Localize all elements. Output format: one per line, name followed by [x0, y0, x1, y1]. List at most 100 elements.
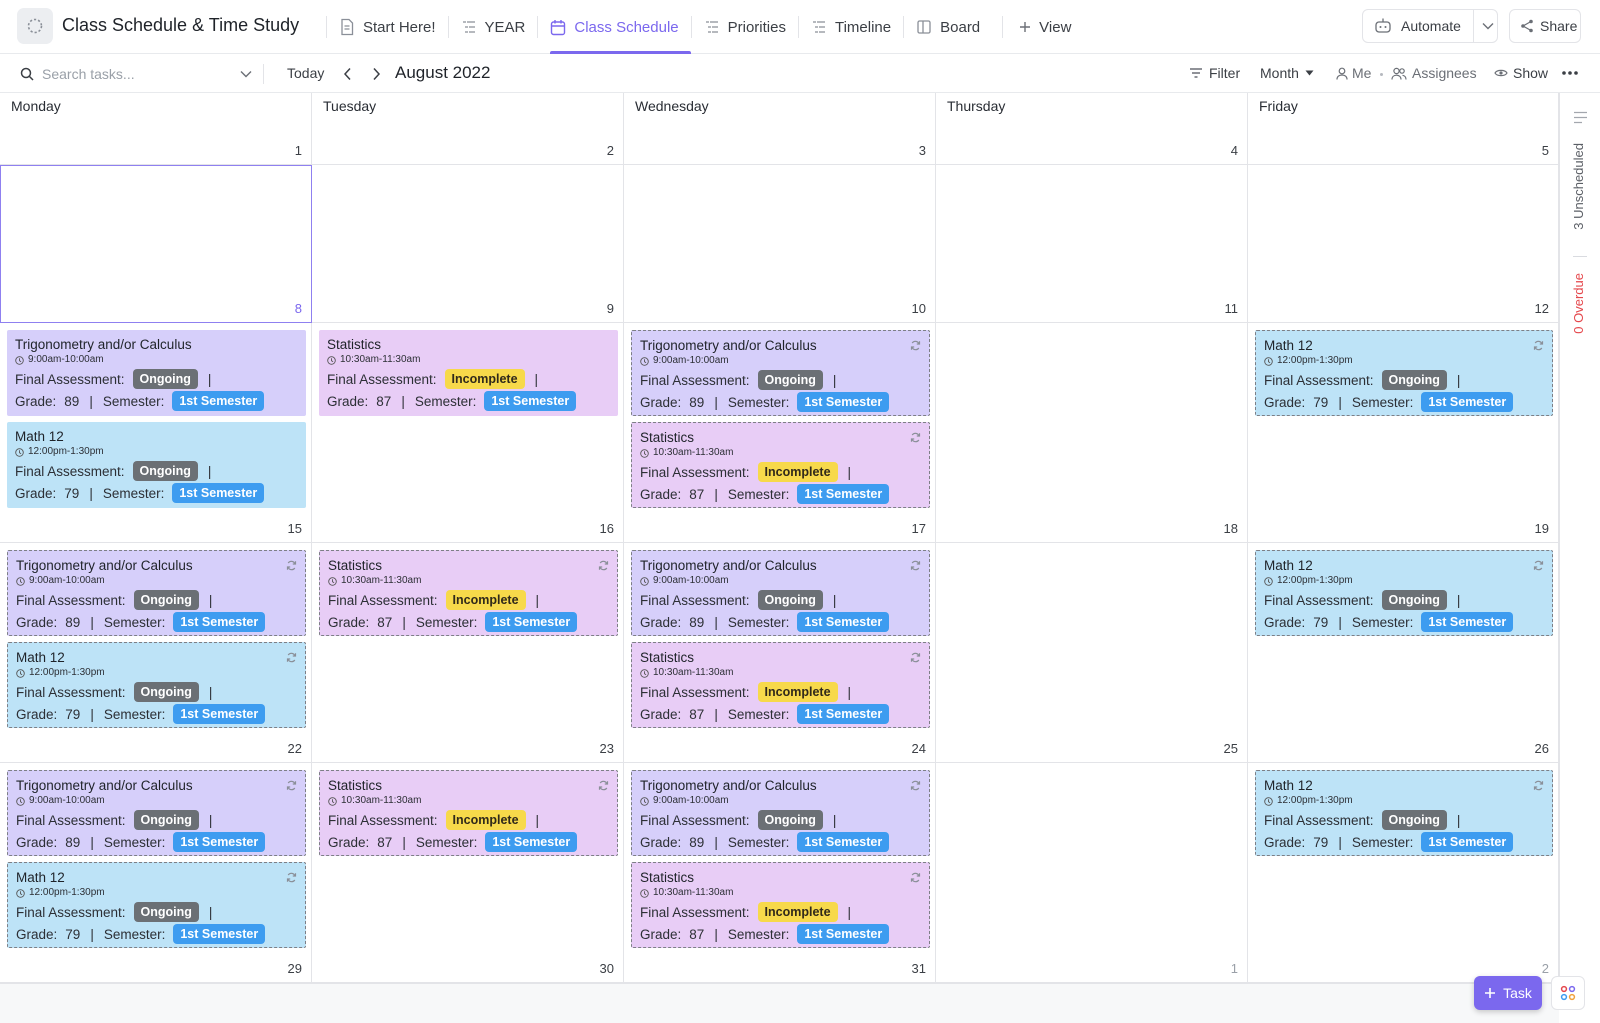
- next-month-button[interactable]: [372, 67, 381, 81]
- event-time-text: 10:30am-11:30am: [653, 887, 734, 898]
- more-options-button[interactable]: [1562, 71, 1578, 75]
- final-assessment-label: Final Assessment:: [640, 464, 750, 480]
- day-number: 22: [287, 741, 302, 756]
- show-button[interactable]: Show: [1494, 65, 1548, 81]
- event-card-math[interactable]: Math 12 12:00pm-1:30pm Final Assessment: On…: [7, 642, 306, 728]
- event-card-stat[interactable]: Statistics 10:30am-11:30am Final Assessmen…: [319, 770, 618, 856]
- event-title: Statistics: [328, 778, 383, 793]
- prev-month-button[interactable]: [343, 67, 352, 81]
- overdue-tab[interactable]: 0 Overdue: [1571, 273, 1586, 334]
- clock-icon: [16, 668, 25, 678]
- event-time-text: 9:00am-10:00am: [653, 575, 729, 586]
- event-card-stat[interactable]: Statistics 10:30am-11:30am Final Assessmen…: [631, 862, 930, 948]
- event-card-trig[interactable]: Trigonometry and/or Calculus 9:00am-10:00…: [7, 770, 306, 856]
- event-time: 9:00am-10:00am: [16, 795, 297, 807]
- tab-board[interactable]: Board: [904, 0, 992, 54]
- grade-value: 79: [1313, 394, 1329, 410]
- repeat-icon: [910, 872, 921, 883]
- tab-timeline[interactable]: Timeline: [799, 0, 903, 54]
- day-number: 19: [1534, 521, 1549, 536]
- event-time-text: 12:00pm-1:30pm: [1277, 355, 1353, 366]
- day-cell[interactable]: 9: [312, 165, 624, 323]
- event-title: Trigonometry and/or Calculus: [640, 338, 817, 353]
- tab-label: Board: [940, 18, 981, 36]
- grade-value: 89: [689, 394, 705, 410]
- tab-year[interactable]: YEAR: [449, 0, 538, 54]
- event-card-trig[interactable]: Trigonometry and/or Calculus 9:00am-10:00…: [631, 550, 930, 636]
- new-task-button[interactable]: Task: [1474, 976, 1542, 1010]
- event-card-math[interactable]: Math 12 12:00pm-1:30pm Final Assessment: On…: [7, 422, 306, 508]
- right-sidebar: 3 Unscheduled 0 Overdue: [1559, 93, 1600, 983]
- chevron-down-icon[interactable]: [240, 70, 252, 78]
- event-card-math[interactable]: Math 12 12:00pm-1:30pm Final Assessment: On…: [7, 862, 306, 948]
- grade-label: Grade:: [640, 926, 682, 942]
- day-number: 2: [1541, 961, 1549, 976]
- semester-badge: 1st Semester: [485, 612, 578, 632]
- grade-semester-row: Grade: 79 | Semester: 1st Semester: [15, 482, 298, 504]
- final-assessment-row: Final Assessment: Incomplete |: [640, 681, 921, 703]
- event-card-math[interactable]: Math 12 12:00pm-1:30pm Final Assessment: On…: [1255, 770, 1553, 856]
- grade-label: Grade:: [640, 706, 682, 722]
- event-card-trig[interactable]: Trigonometry and/or Calculus 9:00am-10:00…: [631, 330, 930, 416]
- event-card-stat[interactable]: Statistics 10:30am-11:30am Final Assessmen…: [631, 422, 930, 508]
- event-time: 10:30am-11:30am: [640, 447, 921, 459]
- field-separator: |: [1456, 372, 1461, 388]
- add-view-button[interactable]: View: [1003, 0, 1083, 54]
- search-input[interactable]: [42, 66, 222, 82]
- apps-button[interactable]: [1551, 976, 1585, 1010]
- semester-badge: 1st Semester: [797, 484, 890, 504]
- event-title: Math 12: [1264, 778, 1313, 793]
- chevron-down-icon[interactable]: [1482, 22, 1494, 30]
- day-cell[interactable]: 12: [1248, 165, 1559, 323]
- assignees-button[interactable]: Assignees: [1391, 65, 1477, 81]
- tab-priorities[interactable]: Priorities: [692, 0, 798, 54]
- day-cell[interactable]: 25: [936, 543, 1248, 763]
- final-assessment-label: Final Assessment:: [640, 684, 750, 700]
- event-time-text: 10:30am-11:30am: [653, 667, 734, 678]
- clock-icon: [16, 796, 25, 806]
- grade-semester-row: Grade: 79 | Semester: 1st Semester: [16, 703, 297, 725]
- grade-value: 87: [689, 926, 705, 942]
- grade-value: 87: [377, 614, 393, 630]
- event-card-math[interactable]: Math 12 12:00pm-1:30pm Final Assessment: On…: [1255, 550, 1553, 636]
- filter-button[interactable]: Filter: [1189, 65, 1240, 81]
- clock-icon: [328, 796, 337, 806]
- grade-value: 89: [65, 834, 81, 850]
- collapse-panel-icon[interactable]: [1573, 111, 1588, 127]
- status-badge: Ongoing: [133, 682, 199, 702]
- me-label: Me: [1352, 65, 1372, 81]
- month-select[interactable]: Month: [1260, 65, 1314, 81]
- field-separator: |: [401, 393, 405, 409]
- field-separator: |: [90, 834, 94, 850]
- day-cell[interactable]: 1: [936, 763, 1248, 983]
- day-cell[interactable]: 18: [936, 323, 1248, 543]
- today-button[interactable]: Today: [287, 65, 324, 81]
- grade-value: 89: [689, 614, 705, 630]
- unscheduled-tab[interactable]: 3 Unscheduled: [1571, 143, 1586, 230]
- event-card-stat[interactable]: Statistics 10:30am-11:30am Final Assessmen…: [319, 330, 618, 416]
- event-card-stat[interactable]: Statistics 10:30am-11:30am Final Assessmen…: [319, 550, 618, 636]
- status-badge: Ongoing: [133, 810, 199, 830]
- event-card-stat[interactable]: Statistics 10:30am-11:30am Final Assessmen…: [631, 642, 930, 728]
- day-cell[interactable]: 10: [624, 165, 936, 323]
- event-time: 12:00pm-1:30pm: [16, 887, 297, 899]
- day-cell[interactable]: 11: [936, 165, 1248, 323]
- calendar-footer: [0, 983, 1559, 1023]
- event-card-trig[interactable]: Trigonometry and/or Calculus 9:00am-10:00…: [7, 550, 306, 636]
- list-icon: [811, 19, 827, 35]
- event-card-trig[interactable]: Trigonometry and/or Calculus 9:00am-10:00…: [7, 330, 306, 416]
- clock-icon: [640, 576, 649, 586]
- field-separator: |: [208, 592, 213, 608]
- list-icon: [704, 19, 720, 35]
- share-button[interactable]: Share: [1509, 9, 1581, 43]
- me-filter-button[interactable]: Me: [1336, 65, 1371, 81]
- automate-button[interactable]: Automate: [1362, 9, 1498, 43]
- tab-start-here[interactable]: Start Here!: [327, 0, 448, 54]
- event-card-math[interactable]: Math 12 12:00pm-1:30pm Final Assessment: On…: [1255, 330, 1553, 416]
- day-cell[interactable]: 8: [0, 165, 312, 323]
- final-assessment-label: Final Assessment:: [1264, 812, 1374, 828]
- tab-class-schedule[interactable]: Class Schedule: [538, 0, 691, 54]
- grade-value: 79: [65, 706, 81, 722]
- event-card-trig[interactable]: Trigonometry and/or Calculus 9:00am-10:00…: [631, 770, 930, 856]
- space-icon[interactable]: [17, 8, 53, 44]
